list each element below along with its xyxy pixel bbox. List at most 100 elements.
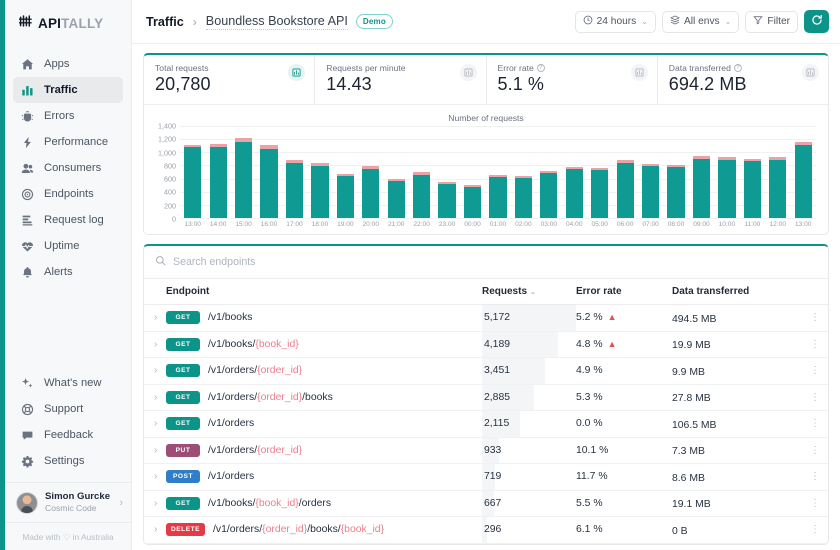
chevron-right-icon[interactable]: › [144,524,166,535]
chart-bar-slot[interactable] [612,126,637,218]
kebab-menu-icon[interactable]: ⋮ [802,498,828,507]
chart-bar[interactable] [209,144,227,218]
table-row[interactable]: › GET/v1/orders/{order_id} 3,451 4.9 % 9.9 M… [144,357,828,385]
cell-menu[interactable]: ⋮ [802,357,828,385]
help-icon[interactable]: ? [536,64,545,72]
chart-bar[interactable] [743,159,761,218]
chart-bar-slot[interactable] [333,126,358,218]
chart-bar[interactable] [438,182,456,218]
chart-bar[interactable] [514,176,533,218]
chart-bar-slot[interactable] [307,126,332,218]
chart-bar-slot[interactable] [740,126,765,218]
chart-bar[interactable] [336,173,354,218]
stat-card-error-rate[interactable]: Error rate? 5.1 % [487,55,658,104]
chart-icon[interactable] [630,64,648,81]
table-row[interactable]: › DELETE/v1/orders/{order_id}/books/{book… [144,516,828,544]
chart-bar[interactable] [718,157,736,218]
kebab-menu-icon[interactable]: ⋮ [802,366,828,375]
chevron-right-icon[interactable]: › [144,418,166,429]
breadcrumb-app-name[interactable]: Boundless Bookstore API [205,14,348,30]
stat-card-total-requests[interactable]: Total requests 20,780 [144,55,316,104]
chart-bar-slot[interactable] [765,126,790,218]
table-row[interactable]: › POST/v1/orders 719 11.7 % 8.6 MB ⋮ [144,463,828,491]
chart-bar[interactable] [641,164,660,218]
chart-bar-slot[interactable] [689,126,714,218]
chart-bar[interactable] [311,163,329,218]
chevron-right-icon[interactable]: › [144,471,166,482]
chart-bar-slot[interactable] [485,126,510,218]
table-row[interactable]: › GET/v1/orders/{order_id}/books 2,885 5.3 … [144,384,828,411]
kebab-menu-icon[interactable]: ⋮ [802,392,828,401]
chart-bar[interactable] [234,137,253,218]
col-error-rate[interactable]: Error rate [576,279,672,305]
time-range-button[interactable]: 24 hours ⌄ [574,10,656,33]
chart-bar[interactable] [260,145,278,218]
sidebar-item-request-log[interactable]: Request log [13,207,123,233]
col-endpoint[interactable]: Endpoint [166,279,482,305]
chart-bar[interactable] [413,172,431,218]
chart-bar-slot[interactable] [384,126,409,218]
cell-menu[interactable]: ⋮ [802,304,828,332]
cell-menu[interactable]: ⋮ [802,331,828,358]
sidebar-item-whats-new[interactable]: What's new [13,370,123,396]
chart-bar-slot[interactable] [460,126,485,218]
stat-card-data-transferred[interactable]: Data transferred? 694.2 MB [658,55,828,104]
chart-bar-slot[interactable] [358,126,383,218]
sidebar-item-traffic[interactable]: Traffic [13,77,123,103]
cell-expand[interactable]: › [144,490,166,517]
env-filter-button[interactable]: All envs ⌄ [661,10,740,33]
chart-bar-slot[interactable] [256,126,281,218]
table-row[interactable]: › GET/v1/books/{book_id} 4,189 4.8 % ▲ 19.9 M… [144,331,828,358]
chart-bar[interactable] [794,141,812,218]
cell-menu[interactable]: ⋮ [802,384,828,411]
chevron-right-icon[interactable]: › [144,392,166,403]
cell-expand[interactable]: › [144,437,166,464]
chart-bar[interactable] [591,168,609,218]
chart-bar-slot[interactable] [180,126,205,218]
chart-bar-slot[interactable] [282,126,307,218]
table-row[interactable]: › PUT/v1/orders/{order_id} 933 10.1 % 7.3 MB… [144,437,828,464]
cell-menu[interactable]: ⋮ [802,516,828,544]
chart-bar[interactable] [184,144,202,218]
sidebar-item-settings[interactable]: Settings [13,448,123,474]
chart-bar[interactable] [667,165,685,218]
chart-bar[interactable] [285,159,304,218]
sidebar-item-apps[interactable]: Apps [13,51,123,77]
chart-bar[interactable] [769,156,787,218]
chart-bar-slot[interactable] [663,126,688,218]
table-row[interactable]: › GET/v1/orders 2,115 0.0 % 106.5 MB ⋮ [144,410,828,438]
cell-expand[interactable]: › [144,384,166,411]
chevron-right-icon[interactable]: › [144,445,166,456]
sidebar-item-uptime[interactable]: Uptime [13,233,123,259]
chart-bar[interactable] [692,155,711,218]
chevron-right-icon[interactable]: › [144,498,166,509]
sidebar-item-endpoints[interactable]: Endpoints [13,181,123,207]
cell-menu[interactable]: ⋮ [802,463,828,491]
sidebar-item-errors[interactable]: Errors [13,103,123,129]
chevron-right-icon[interactable]: › [144,365,166,376]
chevron-right-icon[interactable]: › [144,312,166,323]
kebab-menu-icon[interactable]: ⋮ [802,313,828,322]
chart-bar-slot[interactable] [714,126,739,218]
kebab-menu-icon[interactable]: ⋮ [802,419,828,428]
chart-bar-slot[interactable] [638,126,663,218]
chart-bar-slot[interactable] [205,126,230,218]
table-row[interactable]: › GET/v1/books/{book_id}/orders 667 5.5 % 19… [144,490,828,517]
chart-bar-slot[interactable] [511,126,536,218]
chart-bar-slot[interactable] [434,126,459,218]
help-icon[interactable]: ? [733,64,742,72]
chart-bar-slot[interactable] [791,126,816,218]
chart-icon[interactable] [802,64,819,81]
chart-bar[interactable] [362,166,380,218]
kebab-menu-icon[interactable]: ⋮ [802,339,828,348]
cell-menu[interactable]: ⋮ [802,410,828,438]
cell-expand[interactable]: › [144,410,166,438]
chart-bar-slot[interactable] [231,126,256,218]
chart-bar[interactable] [387,179,405,218]
chart-bar[interactable] [463,185,482,218]
col-data-transferred[interactable]: Data transferred [672,279,802,305]
cell-expand[interactable]: › [144,463,166,491]
sidebar-item-consumers[interactable]: Consumers [13,155,123,181]
sidebar-item-alerts[interactable]: Alerts [13,259,123,285]
sidebar-item-performance[interactable]: Performance [13,129,123,155]
